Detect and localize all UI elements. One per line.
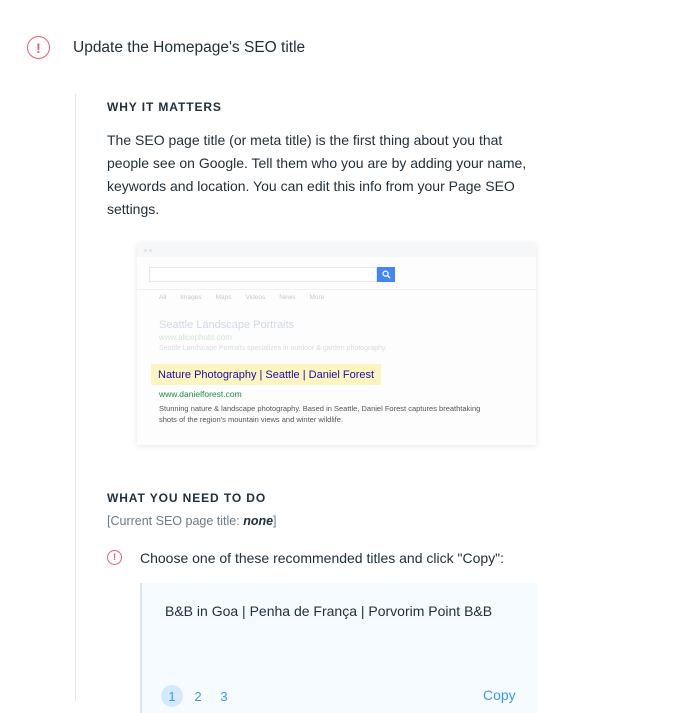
- current-seo-title-suffix: ]: [273, 514, 277, 528]
- page-3-button[interactable]: 3: [213, 685, 235, 707]
- preview-tab: Videos: [245, 294, 266, 301]
- recommendation-pager: 1 2 3: [161, 685, 235, 707]
- window-dot: [144, 249, 147, 252]
- section-divider: [75, 94, 76, 701]
- preview-tab: News: [279, 294, 296, 301]
- preview-search-icon: [377, 267, 395, 282]
- current-seo-title-value: none: [243, 514, 274, 528]
- preview-search-box: [149, 267, 377, 282]
- preview-tabs: All Images Maps Videos News More: [159, 294, 324, 301]
- task-title: Update the Homepage's SEO title: [73, 39, 306, 56]
- faded-result-title: Seattle Landscape Portraits: [159, 319, 295, 331]
- preview-tab: Maps: [215, 294, 232, 301]
- faded-result-url: www.alicephoto.com: [159, 333, 232, 342]
- google-preview-illustration: All Images Maps Videos News More Seattle…: [137, 243, 536, 445]
- preview-tab: More: [309, 294, 325, 301]
- recommended-title: B&B in Goa | Penha de França | Porvorim …: [165, 603, 493, 619]
- current-seo-title-prefix: [Current SEO page title:: [107, 514, 244, 528]
- highlighted-result-title: Nature Photography | Seattle | Daniel Fo…: [151, 364, 382, 385]
- warning-icon: !: [27, 36, 50, 59]
- browser-chrome: [137, 243, 536, 257]
- preview-separator: [137, 289, 536, 290]
- what-you-need-to-do-heading: WHAT YOU NEED TO DO: [107, 491, 267, 505]
- preview-tab: All: [159, 294, 167, 301]
- preview-tab: Images: [180, 294, 202, 301]
- window-dot: [149, 249, 152, 252]
- recommended-title-card: B&B in Goa | Penha de França | Porvorim …: [140, 583, 538, 713]
- step-instruction: Choose one of these recommended titles a…: [140, 550, 505, 566]
- why-it-matters-text: The SEO page title (or meta title) is th…: [107, 132, 527, 217]
- page-1-button[interactable]: 1: [161, 685, 183, 707]
- current-seo-title: [Current SEO page title: none]: [107, 514, 277, 528]
- step-warning-icon: !: [107, 550, 122, 565]
- page-2-button[interactable]: 2: [187, 685, 209, 707]
- why-it-matters-heading: WHY IT MATTERS: [107, 100, 222, 114]
- highlighted-result-desc: Stunning nature & landscape photography.…: [159, 404, 481, 424]
- highlighted-result-url: www.danielforest.com: [159, 389, 242, 399]
- faded-result-desc: Seattle Landscape Portraits specializes …: [159, 345, 387, 352]
